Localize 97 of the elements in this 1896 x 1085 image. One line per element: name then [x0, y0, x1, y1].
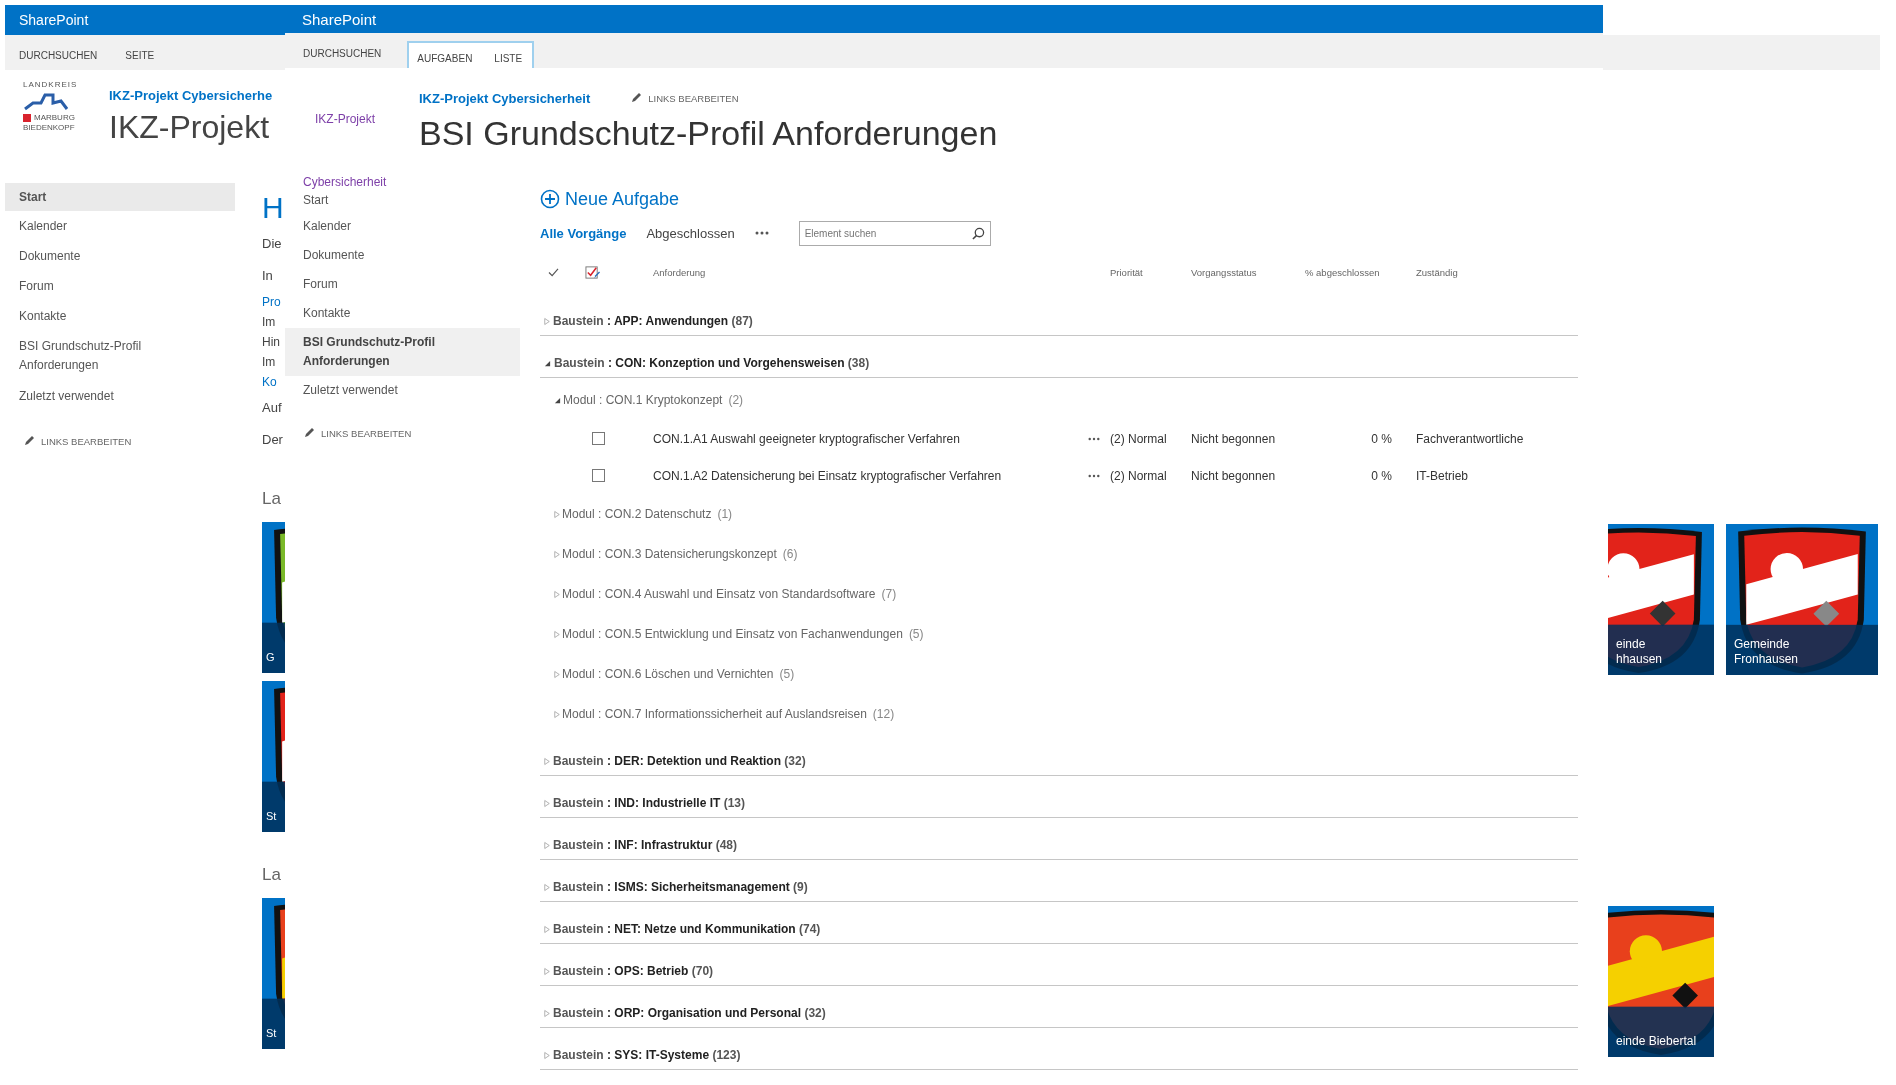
edit-links-link[interactable]: LINKS BEARBEITEN — [648, 92, 739, 104]
site-logo-link[interactable]: IKZ-Projekt — [315, 112, 375, 126]
section-heading: La — [262, 488, 282, 510]
nav-item[interactable]: Kalender — [5, 211, 235, 241]
group-header[interactable]: Baustein : DER: Detektion und Reaktion (32) — [540, 754, 806, 768]
module-header[interactable]: Modul : CON.5 Entwicklung und Einsatz von Fachanwendungen (5) — [540, 627, 924, 641]
ribbon-tab[interactable]: AUFGABEN — [417, 53, 473, 64]
ellipsis-icon[interactable] — [754, 231, 769, 235]
nav-item[interactable]: Kontakte — [5, 301, 235, 331]
view-tab[interactable]: Alle Vorgänge — [540, 225, 627, 241]
site-link[interactable]: IKZ-Projekt Cybersicherhe — [109, 88, 273, 103]
nav-item[interactable]: Dokumente — [5, 241, 235, 271]
module-header[interactable]: Modul : CON.4 Auswahl und Einsatz von Standardsoftware (7) — [540, 587, 897, 601]
nav-item[interactable]: Forum — [285, 270, 520, 299]
ribbon-tab[interactable]: LISTE — [494, 53, 523, 64]
nav-item[interactable]: Kalender — [285, 212, 520, 241]
body-text: In — [262, 267, 274, 285]
nav-item[interactable]: Start — [5, 183, 235, 211]
search-icon[interactable] — [971, 226, 985, 240]
module-header[interactable]: Modul : CON.7 Informationssicherheit auf Auslandsreisen (12) — [540, 707, 895, 721]
column-header[interactable]: Vorgangsstatus — [1191, 267, 1305, 278]
tile-caption[interactable]: St — [266, 809, 277, 824]
group-header[interactable]: Baustein : NET: Netze und Kommunikation (74) — [540, 922, 821, 936]
section-heading: La — [262, 864, 282, 886]
checkbox-pencil-icon[interactable] — [585, 265, 600, 280]
view-tab[interactable]: Abgeschlossen — [646, 225, 735, 241]
text-link[interactable]: Ko — [262, 372, 285, 392]
ribbon-tab[interactable]: DURCHSUCHEN — [19, 50, 106, 70]
site-title: IKZ-Projekt — [109, 109, 271, 146]
site-link[interactable]: IKZ-Projekt Cybersicherheit — [419, 90, 591, 106]
group-header[interactable]: Baustein : SYS: IT-Systeme (123) — [540, 1048, 741, 1062]
nav-item[interactable]: Zuletzt verwendet — [5, 381, 235, 411]
task-title-link[interactable]: CON.1.A1 Auswahl geeigneter kryptografischer Verfahren — [653, 431, 1088, 446]
table-cell-text: Nicht begonnen — [1191, 431, 1277, 446]
module-header[interactable]: Modul : CON.2 Datenschutz (1) — [540, 507, 733, 521]
pencil-icon — [303, 427, 315, 439]
nav-item[interactable]: Forum — [5, 271, 235, 301]
nav-item[interactable]: Kontakte — [285, 299, 520, 328]
table-cell-text: (2) Normal — [1110, 468, 1168, 483]
module-header[interactable]: Modul : CON.6 Löschen und Vernichten (5) — [540, 667, 795, 681]
new-task-button[interactable]: Neue Aufgabe — [540, 183, 680, 215]
table-cell-text: (2) Normal — [1110, 431, 1168, 446]
checkmark-icon[interactable] — [548, 268, 559, 277]
group-header[interactable]: Baustein : OPS: Betrieb (70) — [540, 964, 714, 978]
column-header[interactable]: Anforderung — [653, 267, 1088, 278]
text-link[interactable]: Pro — [262, 292, 285, 312]
page-title: BSI Grundschutz-Profil Anforderungen — [419, 114, 998, 153]
nav-item[interactable]: Dokumente — [285, 241, 520, 270]
group-header[interactable]: Baustein : ORP: Organisation und Personal (32) — [540, 1006, 826, 1020]
plus-circle-icon — [540, 189, 560, 209]
column-header[interactable]: % abgeschlossen — [1305, 267, 1380, 278]
group-header[interactable]: Baustein : CON: Konzeption und Vorgehensweisen (38) — [540, 356, 870, 370]
body-text: Im — [262, 314, 277, 331]
body-text: Auf — [262, 399, 283, 417]
body-text: Hin — [262, 334, 281, 351]
table-cell-text: Nicht begonnen — [1191, 468, 1277, 483]
group-header[interactable]: Baustein : ISMS: Sicherheitsmanagement (9) — [540, 880, 808, 894]
ribbon-tab[interactable]: SEITE — [125, 50, 163, 70]
app-title: SharePoint — [19, 12, 89, 28]
group-header[interactable]: Baustein : APP: Anwendungen (87) — [540, 314, 753, 328]
column-header[interactable]: Zuständig — [1416, 267, 1578, 278]
checkbox[interactable] — [592, 432, 605, 445]
tile-caption[interactable]: St — [266, 1026, 277, 1041]
body-text: Der — [262, 431, 284, 449]
pencil-icon — [23, 435, 35, 447]
column-header[interactable]: Priorität — [1110, 267, 1191, 278]
table-cell-text: 0 % — [1371, 431, 1393, 446]
group-header[interactable]: Baustein : INF: Infrastruktur (48) — [540, 838, 738, 852]
table-cell-text: 0 % — [1371, 468, 1393, 483]
page-heading: H — [262, 190, 285, 226]
nav-item[interactable]: BSI Grundschutz-Profil Anforderungen — [5, 331, 235, 381]
tile-caption[interactable]: G — [266, 650, 275, 665]
edit-links-link[interactable]: LINKS BEARBEITEN — [41, 435, 132, 447]
module-header[interactable]: Modul : CON.3 Datensicherungskonzept (6) — [540, 547, 798, 561]
emblem-icon — [23, 114, 31, 122]
ellipsis-icon[interactable] — [1088, 473, 1100, 478]
checkbox[interactable] — [592, 469, 605, 482]
site-logo-link[interactable]: Cybersicherheit — [303, 175, 387, 189]
nav-item[interactable]: Zuletzt verwendet — [285, 376, 520, 405]
body-text: Im — [262, 354, 277, 371]
nav-item[interactable]: BSI Grundschutz-Profil Anforderungen — [285, 328, 520, 376]
edit-links-link[interactable]: LINKS BEARBEITEN — [321, 427, 412, 439]
app-title: SharePoint — [302, 10, 377, 28]
pencil-icon — [630, 92, 643, 104]
table-cell-text: Fachverantwortliche — [1416, 431, 1525, 446]
group-header[interactable]: Baustein : IND: Industrielle IT (13) — [540, 796, 746, 810]
logo-text: LANDKREIS — [23, 80, 78, 89]
module-header[interactable]: Modul : CON.1 Kryptokonzept (2) — [540, 393, 744, 407]
search-field[interactable]: Element suchen — [798, 220, 991, 246]
logo-text: BIEDENKOPF — [23, 123, 75, 133]
ribbon-tab[interactable]: DURCHSUCHEN — [303, 48, 390, 68]
body-text: Die — [262, 235, 283, 253]
task-title-link[interactable]: CON.1.A2 Datensicherung bei Einsatz kryptografischer Verfahren — [653, 468, 1088, 483]
table-cell-text: IT-Betrieb — [1416, 468, 1470, 483]
ellipsis-icon[interactable] — [1088, 436, 1100, 441]
logo-text: MARBURG — [34, 113, 75, 123]
nav-item[interactable]: Start — [285, 189, 520, 212]
